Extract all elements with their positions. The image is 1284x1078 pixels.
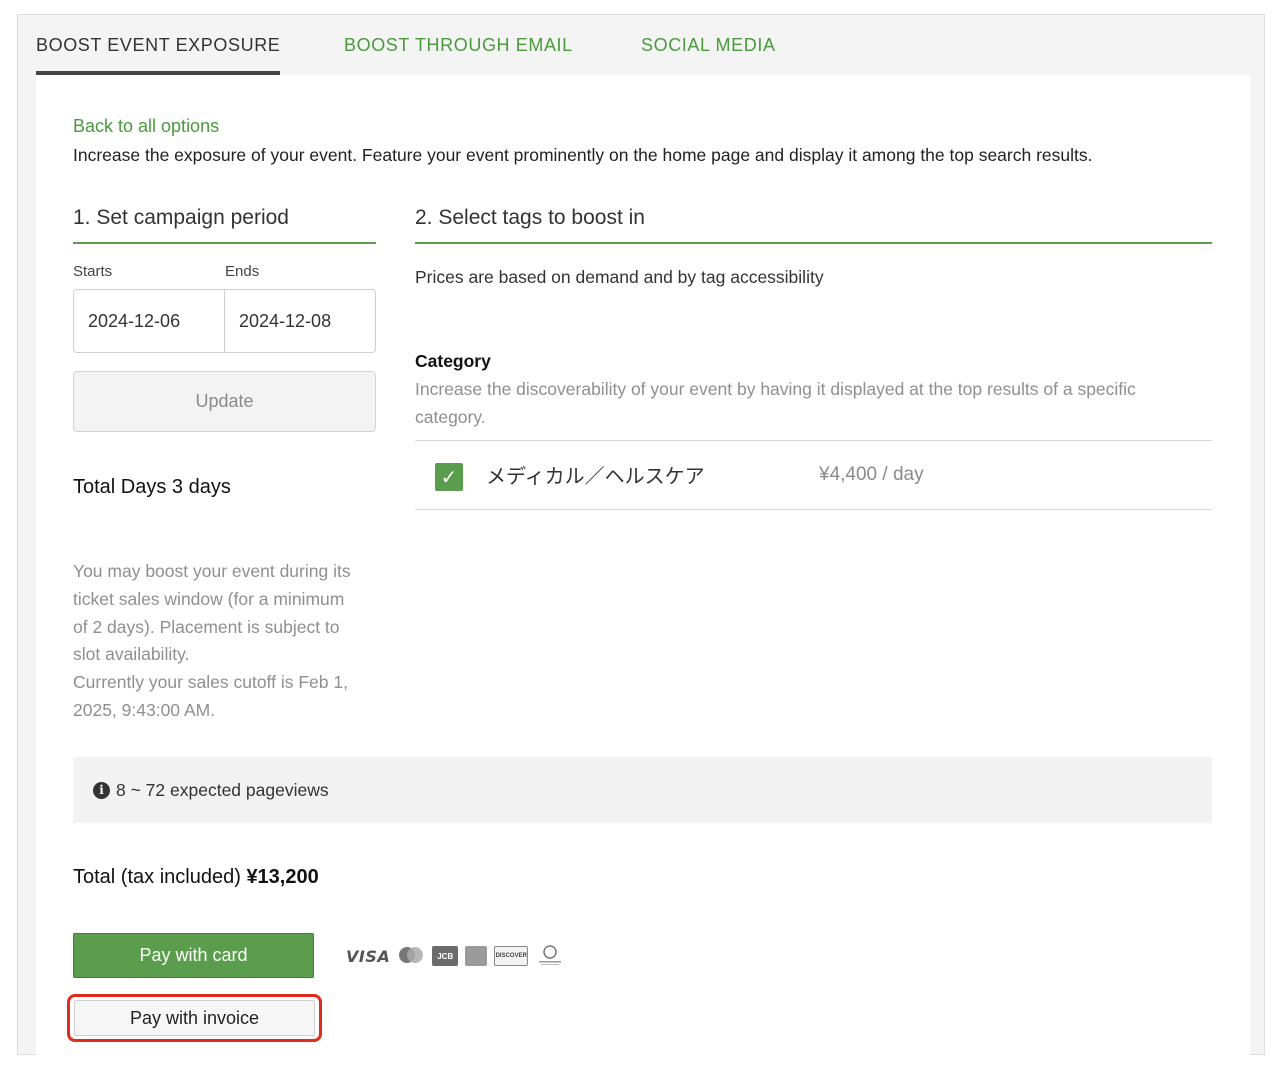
tag-price: ¥4,400 / day <box>819 464 924 485</box>
select-tags-divider <box>415 242 1212 244</box>
boost-panel-frame: BOOST EVENT EXPOSURE BOOST THROUGH EMAIL… <box>17 14 1265 1055</box>
tag-row: ✓ メディカル／ヘルスケア ¥4,400 / day <box>415 440 1212 510</box>
back-to-all-options-link[interactable]: Back to all options <box>73 116 219 137</box>
total-amount: ¥13,200 <box>246 866 319 888</box>
pageviews-text: 8 ~ 72 expected pageviews <box>116 779 329 800</box>
note-line: Currently your sales cutoff is Feb 1, <box>73 672 348 693</box>
tab-boost-event-exposure[interactable]: BOOST EVENT EXPOSURE <box>36 35 281 75</box>
category-description: Increase the discoverability of your eve… <box>415 379 1136 427</box>
total-days: Total Days 3 days <box>73 476 231 498</box>
end-date-input[interactable]: 2024-12-08 <box>224 290 375 352</box>
prices-note: Prices are based on demand and by tag ac… <box>415 267 824 287</box>
note-line: slot availability. <box>73 644 190 665</box>
pay-with-invoice-highlight: Pay with invoice <box>67 994 322 1042</box>
note-line: You may boost your event during its <box>73 561 351 581</box>
expected-pageviews: i 8 ~ 72 expected pageviews <box>73 757 1212 823</box>
date-range-input: 2024-12-06 2024-12-08 <box>73 289 376 353</box>
visa-logo-icon: VISA <box>346 946 391 966</box>
ends-label: Ends <box>225 263 260 280</box>
tab-boost-through-email[interactable]: BOOST THROUGH EMAIL <box>344 35 573 75</box>
card-logos: VISA JCB DISCOVER <box>346 943 565 969</box>
check-icon: ✓ <box>440 466 458 489</box>
campaign-period-divider <box>73 242 376 244</box>
note-line: 2025, 9:43:00 AM. <box>73 699 216 720</box>
tag-name: メディカル／ヘルスケア <box>486 466 705 488</box>
tag-checkbox[interactable]: ✓ <box>435 463 463 491</box>
start-date-input[interactable]: 2024-12-06 <box>74 290 224 352</box>
note-line: ticket sales window (for a minimum <box>73 588 345 609</box>
intro-text: Increase the exposure of your event. Fea… <box>73 145 1093 165</box>
select-tags-title: 2. Select tags to boost in <box>415 206 645 229</box>
pay-with-invoice-button[interactable]: Pay with invoice <box>74 1000 315 1036</box>
update-button[interactable]: Update <box>73 371 376 432</box>
category-title: Category <box>415 351 491 371</box>
tab-bar: BOOST EVENT EXPOSURE BOOST THROUGH EMAIL… <box>18 15 1264 75</box>
tab-social-media[interactable]: SOCIAL MEDIA <box>641 35 776 75</box>
boost-window-note: You may boost your event during its tick… <box>73 558 383 725</box>
boost-event-exposure-panel: Back to all options Increase the exposur… <box>36 75 1250 1055</box>
diners-club-logo-icon <box>539 945 562 965</box>
campaign-period-title: 1. Set campaign period <box>73 206 289 229</box>
note-line: of 2 days). Placement is subject to <box>73 616 340 637</box>
mastercard-logo-icon <box>399 947 424 963</box>
discover-logo-icon: DISCOVER <box>494 946 529 966</box>
pay-with-card-button[interactable]: Pay with card <box>73 933 314 978</box>
amex-logo-icon <box>465 946 488 966</box>
jcb-logo-icon: JCB <box>432 946 459 966</box>
starts-label: Starts <box>73 263 113 280</box>
total-label: Total (tax included) <box>73 866 241 888</box>
info-icon: i <box>93 781 110 799</box>
total-price: Total (tax included) ¥13,200 <box>73 866 319 889</box>
